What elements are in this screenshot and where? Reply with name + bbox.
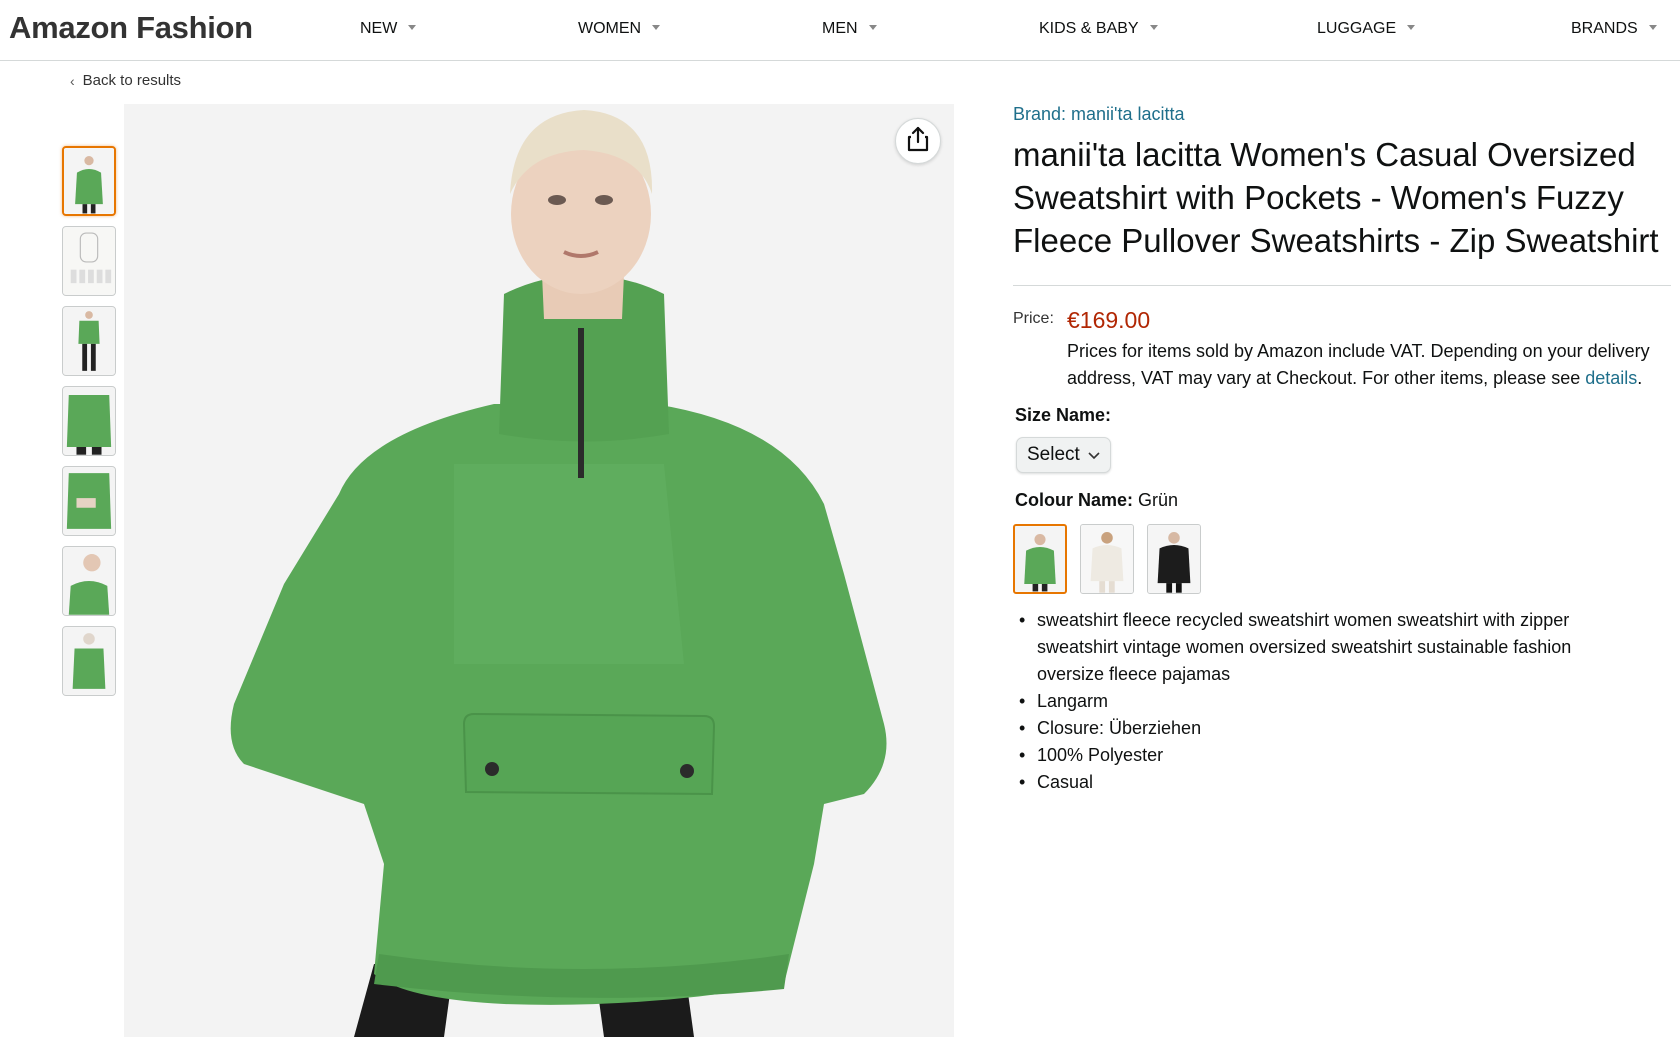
nav-luggage-label: LUGGAGE: [1317, 20, 1397, 37]
colour-name-label: Colour Name:: [1015, 490, 1134, 510]
nav-kids-baby[interactable]: KIDS & BABY: [1039, 20, 1158, 38]
main-product-image[interactable]: [124, 104, 954, 1037]
chevron-left-icon: ‹: [70, 72, 75, 89]
colour-swatches: [1013, 524, 1673, 594]
nav-women-label: WOMEN: [578, 20, 642, 37]
thumbnail-3[interactable]: [62, 306, 116, 376]
caret-down-icon: [868, 25, 877, 30]
colour-name: Colour Name: Grün: [1015, 490, 1673, 511]
vat-note-text: Prices for items sold by Amazon include …: [1067, 341, 1650, 388]
chevron-down-icon: [1088, 448, 1100, 463]
product-title: manii'ta lacitta Women's Casual Oversize…: [1013, 136, 1659, 259]
amazon-fashion-logo[interactable]: Amazon Fashion: [9, 10, 253, 46]
nav-brands[interactable]: BRANDS: [1571, 20, 1657, 38]
thumbnail-2[interactable]: [62, 226, 116, 296]
thumbnail-7[interactable]: [62, 626, 116, 696]
thumbnail-4[interactable]: [62, 386, 116, 456]
thumbnail-6[interactable]: [62, 546, 116, 616]
nav-new-label: NEW: [360, 20, 398, 37]
price-value: €169.00: [1067, 307, 1151, 333]
colour-name-value: Grün: [1138, 490, 1179, 510]
brand-link[interactable]: Brand: manii'ta lacitta: [1013, 104, 1673, 125]
caret-down-icon: [1407, 25, 1416, 30]
share-button[interactable]: [895, 118, 941, 164]
divider: [1013, 285, 1671, 286]
nav-men[interactable]: MEN: [822, 20, 877, 38]
feature-bullet: Closure: Überziehen: [1019, 715, 1637, 742]
caret-down-icon: [1149, 25, 1158, 30]
thumbnail-1[interactable]: [62, 146, 116, 216]
nav-brands-label: BRANDS: [1571, 20, 1638, 37]
back-to-results-link[interactable]: ‹ Back to results: [70, 72, 181, 89]
nav-kids-baby-label: KIDS & BABY: [1039, 20, 1139, 37]
vat-note: Prices for items sold by Amazon include …: [1067, 338, 1667, 392]
feature-bullet: 100% Polyester: [1019, 742, 1637, 769]
share-icon: [906, 126, 930, 157]
thumbnail-5[interactable]: [62, 466, 116, 536]
product-info: Brand: manii'ta lacitta manii'ta lacitta…: [1013, 104, 1673, 796]
price-label: Price:: [1013, 310, 1054, 327]
back-to-results-label: Back to results: [82, 72, 182, 89]
nav-men-label: MEN: [822, 20, 858, 37]
thumbnail-list: [62, 146, 116, 706]
caret-down-icon: [408, 25, 417, 30]
colour-swatch-white[interactable]: [1080, 524, 1134, 594]
size-select-value: Select: [1027, 444, 1080, 465]
vat-note-period: .: [1637, 368, 1643, 388]
colour-swatch-black[interactable]: [1147, 524, 1201, 594]
colour-swatch-green[interactable]: [1013, 524, 1067, 594]
details-link[interactable]: details: [1585, 368, 1637, 388]
top-navigation: Amazon Fashion NEW WOMEN MEN KIDS & BABY…: [0, 0, 1680, 61]
feature-bullet: sweatshirt fleece recycled sweatshirt wo…: [1019, 607, 1637, 688]
size-select[interactable]: Select: [1016, 437, 1111, 473]
caret-down-icon: [1648, 25, 1657, 30]
caret-down-icon: [652, 25, 661, 30]
feature-bullets: sweatshirt fleece recycled sweatshirt wo…: [1019, 607, 1673, 796]
price-section: Price: €169.00 Prices for items sold by …: [1013, 307, 1673, 392]
feature-bullet: Casual: [1019, 769, 1637, 796]
nav-women[interactable]: WOMEN: [578, 20, 661, 38]
nav-new[interactable]: NEW: [360, 20, 417, 38]
nav-luggage[interactable]: LUGGAGE: [1317, 20, 1416, 38]
size-name-label: Size Name:: [1015, 405, 1112, 425]
feature-bullet: Langarm: [1019, 688, 1637, 715]
